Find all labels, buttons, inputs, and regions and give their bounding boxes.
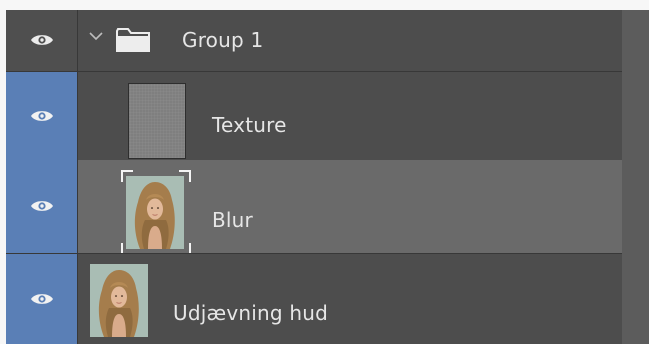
layer-name-blur[interactable]: Blur: [212, 208, 253, 232]
layers-panel: Group 1 Texture Blur Udjævning hud: [6, 10, 622, 344]
layer-name-udjaevning-hud[interactable]: Udjævning hud: [173, 301, 328, 325]
eye-icon: [31, 111, 53, 121]
layer-row-group[interactable]: Group 1: [6, 10, 622, 71]
gray-texture-thumbnail[interactable]: [128, 83, 186, 159]
visibility-toggle-blur[interactable]: [6, 160, 78, 253]
eye-icon: [31, 35, 53, 45]
layer-row-blur[interactable]: Blur: [6, 160, 622, 255]
folder-icon: [116, 28, 150, 52]
layer-name-texture[interactable]: Texture: [212, 113, 287, 137]
layer-row-udjaevning-hud[interactable]: Udjævning hud: [6, 254, 622, 344]
portrait-thumbnail[interactable]: [90, 264, 148, 337]
visibility-toggle-udjaevning-hud[interactable]: [6, 254, 78, 344]
panel-scroll-gutter: [622, 10, 649, 344]
chevron-down-icon[interactable]: [88, 30, 104, 42]
visibility-toggle-group[interactable]: [6, 10, 78, 71]
eye-icon: [31, 201, 53, 211]
layer-name-group[interactable]: Group 1: [182, 28, 263, 52]
layer-row-texture[interactable]: Texture: [6, 72, 622, 160]
thumbnail-selection-frame: [121, 170, 191, 255]
visibility-toggle-texture[interactable]: [6, 72, 78, 160]
eye-icon: [31, 294, 53, 304]
